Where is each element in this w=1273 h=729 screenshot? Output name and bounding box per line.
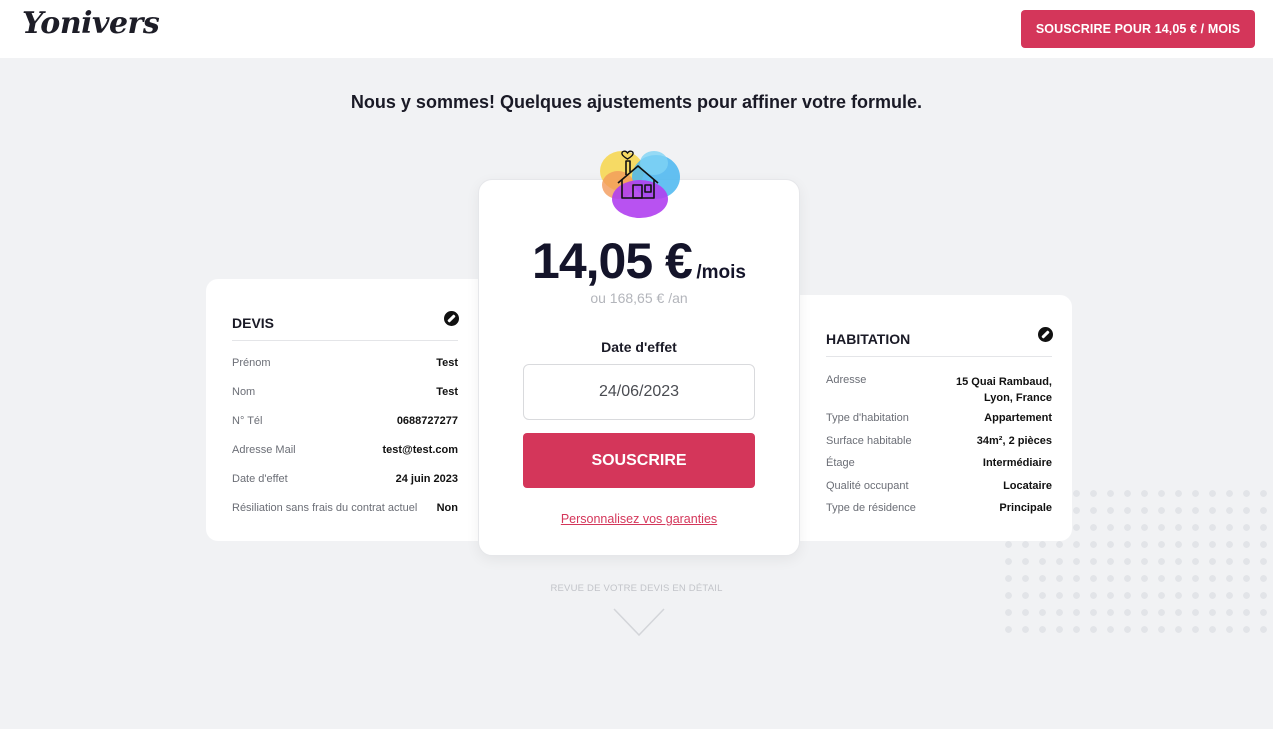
habitation-row-surface: Surface habitable 34m², 2 pièces bbox=[826, 435, 1052, 447]
customize-guarantees-link[interactable]: Personnalisez vos garanties bbox=[478, 512, 800, 526]
date-effet-label: Date d'effet bbox=[601, 339, 677, 355]
date-effet-input[interactable] bbox=[523, 364, 755, 420]
habitation-value: Intermédiaire bbox=[982, 457, 1052, 469]
price-display: 14,05 € /mois bbox=[478, 232, 800, 290]
devis-row-date: Date d'effet 24 juin 2023 bbox=[232, 473, 458, 485]
top-bar: Yonivers SOUSCRIRE POUR 14,05 € / MOIS bbox=[0, 0, 1273, 58]
devis-label: Date d'effet bbox=[232, 473, 288, 485]
devis-label: Résiliation sans frais du contrat actuel bbox=[232, 502, 418, 514]
devis-label: Adresse Mail bbox=[232, 444, 296, 456]
habitation-row-type: Type d'habitation Appartement bbox=[826, 412, 1052, 424]
devis-label: N° Tél bbox=[232, 415, 263, 427]
devis-row-tel: N° Tél 0688727277 bbox=[232, 415, 458, 427]
devis-title: DEVIS bbox=[232, 315, 275, 331]
habitation-value: Principale bbox=[999, 502, 1052, 514]
review-label: REVUE DE VOTRE DEVIS EN DÉTAIL bbox=[550, 583, 723, 594]
devis-value: 24 juin 2023 bbox=[395, 473, 458, 485]
habitation-label: Adresse bbox=[826, 374, 867, 386]
devis-value: Test bbox=[436, 357, 458, 369]
habitation-title: HABITATION bbox=[826, 331, 911, 347]
house-heart-icon bbox=[600, 150, 680, 218]
habitation-value: 34m², 2 pièces bbox=[976, 435, 1052, 447]
devis-row-resiliation: Résiliation sans frais du contrat actuel… bbox=[232, 502, 458, 514]
annual-price: ou 168,65 € /an bbox=[590, 290, 688, 306]
habitation-label: Qualité occupant bbox=[826, 480, 909, 492]
habitation-row-residence: Type de résidence Principale bbox=[826, 502, 1052, 514]
habitation-value: Locataire bbox=[1003, 480, 1052, 492]
habitation-divider bbox=[826, 356, 1052, 357]
devis-row-prenom: Prénom Test bbox=[232, 357, 458, 369]
devis-value: test@test.com bbox=[382, 444, 458, 456]
logo[interactable]: Yonivers bbox=[22, 6, 160, 41]
address-line-2: Lyon, France bbox=[983, 392, 1052, 404]
devis-value: Non bbox=[436, 502, 458, 514]
edit-devis-icon[interactable] bbox=[444, 311, 459, 326]
habitation-row-qualite: Qualité occupant Locataire bbox=[826, 480, 1052, 492]
devis-label: Nom bbox=[232, 386, 256, 398]
habitation-row-etage: Étage Intermédiaire bbox=[826, 457, 1052, 469]
habitation-label: Étage bbox=[826, 457, 855, 469]
habitation-label: Surface habitable bbox=[826, 435, 912, 447]
subscribe-button[interactable]: SOUSCRIRE bbox=[523, 433, 755, 488]
devis-value: Test bbox=[436, 386, 458, 398]
monthly-unit: /mois bbox=[696, 262, 746, 283]
habitation-label: Type d'habitation bbox=[826, 412, 909, 424]
devis-divider bbox=[232, 340, 458, 341]
address-line-1: 15 Quai Rambaud, bbox=[956, 376, 1052, 388]
habitation-value: 15 Quai Rambaud, Lyon, France bbox=[956, 374, 1052, 406]
edit-habitation-icon[interactable] bbox=[1038, 327, 1053, 342]
habitation-row-adresse: Adresse 15 Quai Rambaud, Lyon, France bbox=[826, 374, 1052, 406]
habitation-label: Type de résidence bbox=[826, 502, 916, 514]
page-headline: Nous y sommes! Quelques ajustements pour… bbox=[350, 92, 923, 112]
devis-value: 0688727277 bbox=[396, 415, 458, 427]
devis-row-email: Adresse Mail test@test.com bbox=[232, 444, 458, 456]
devis-row-nom: Nom Test bbox=[232, 386, 458, 398]
subscribe-header-button[interactable]: SOUSCRIRE POUR 14,05 € / MOIS bbox=[1021, 10, 1255, 48]
devis-label: Prénom bbox=[232, 357, 271, 369]
habitation-value: Appartement bbox=[984, 412, 1052, 424]
monthly-price: 14,05 € bbox=[532, 233, 693, 289]
chevron-down-icon[interactable] bbox=[613, 608, 665, 638]
